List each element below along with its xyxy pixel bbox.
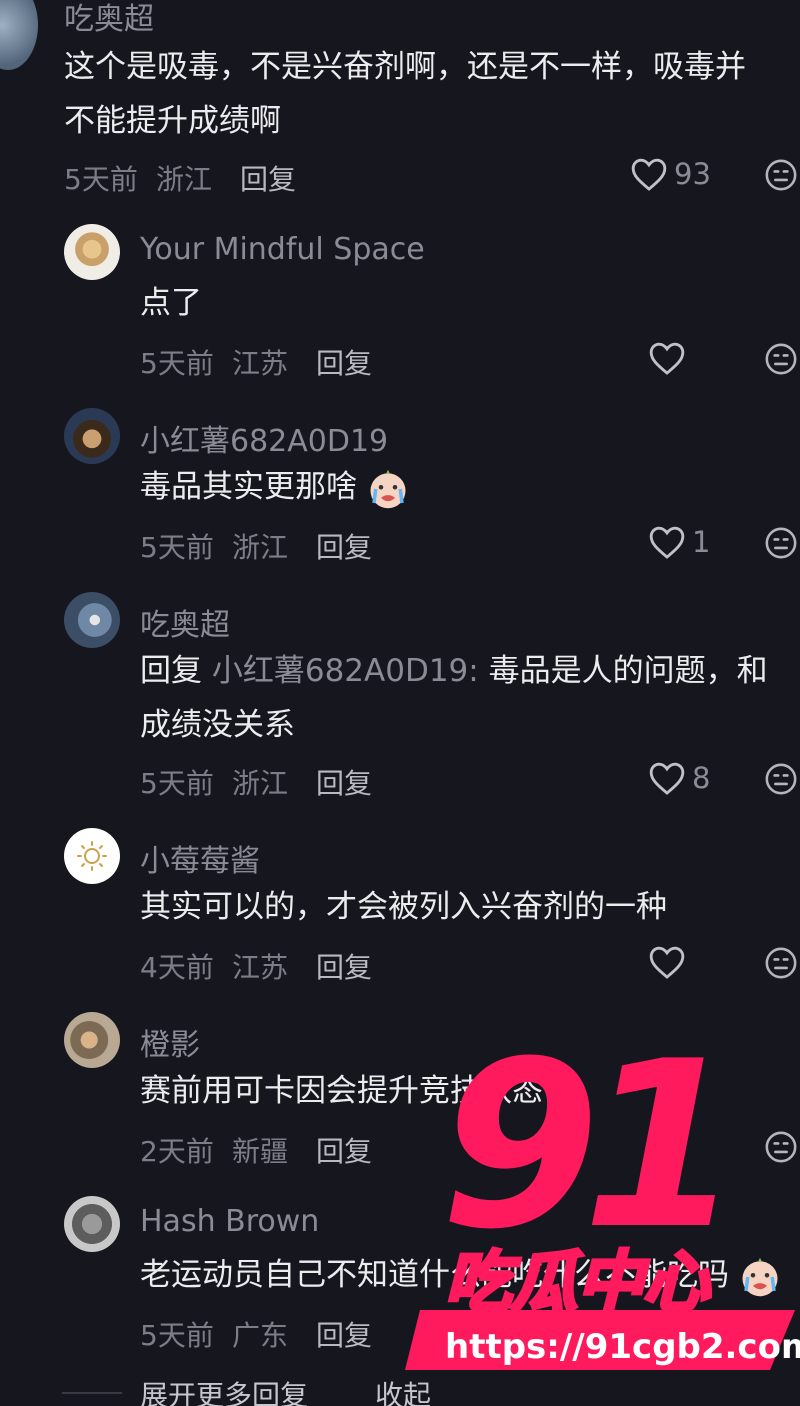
username[interactable]: Your Mindful Space bbox=[140, 232, 425, 267]
username[interactable]: 吃奥超 bbox=[140, 600, 230, 644]
reply-prefix: 回复 bbox=[140, 653, 202, 689]
avatar[interactable] bbox=[64, 224, 120, 280]
like-button[interactable] bbox=[648, 340, 686, 376]
avatar[interactable] bbox=[0, 0, 38, 70]
comment-location: 广东 bbox=[232, 1319, 289, 1352]
dislike-face-icon[interactable] bbox=[764, 1130, 798, 1164]
username[interactable]: Hash Brown bbox=[140, 1204, 319, 1239]
reply-button[interactable]: 回复 bbox=[316, 526, 372, 566]
expand-more-replies-button[interactable]: 展开更多回复 bbox=[140, 1374, 308, 1406]
comment-text-body: 毒品其实更那啥 bbox=[140, 469, 357, 505]
reply-button[interactable]: 回复 bbox=[240, 158, 296, 198]
comment-text: 老运动员自己不知道什么能吃什么不能吃吗 bbox=[140, 1248, 781, 1302]
reply-button[interactable]: 回复 bbox=[316, 762, 372, 802]
comment-text-body: 老运动员自己不知道什么能吃什么不能吃吗 bbox=[140, 1257, 729, 1293]
comment-text: 这个是吸毒，不是兴奋剂啊，还是不一样，吸毒并 bbox=[64, 49, 746, 85]
like-count: 93 bbox=[674, 157, 711, 191]
comment-text: 毒品其实更那啥 bbox=[140, 460, 409, 514]
crying-face-icon bbox=[742, 1257, 778, 1296]
comment-text: 赛前用可卡因会提升竞技状态 bbox=[140, 1073, 543, 1109]
heart-icon bbox=[649, 342, 685, 375]
crying-face-icon bbox=[370, 469, 406, 508]
like-count: 1 bbox=[692, 1313, 711, 1347]
reply-button[interactable]: 回复 bbox=[316, 342, 372, 382]
username[interactable]: 小红薯682A0D19 bbox=[140, 416, 388, 460]
comment-location: 浙江 bbox=[156, 163, 213, 196]
dislike-face-icon[interactable] bbox=[764, 526, 798, 560]
comment-text-body: 毒品是人的问题，和 bbox=[488, 653, 768, 689]
heart-icon bbox=[649, 946, 685, 979]
avatar[interactable] bbox=[64, 1012, 120, 1068]
watermark-url: https://91cgb2.com bbox=[445, 1327, 800, 1367]
like-button[interactable]: 8 bbox=[648, 760, 710, 796]
sun-icon bbox=[77, 841, 107, 871]
comment-text: 其实可以的，才会被列入兴奋剂的一种 bbox=[140, 889, 667, 925]
divider bbox=[62, 1392, 122, 1394]
comment-time: 5天前 bbox=[140, 1319, 214, 1352]
comment-text: 点了 bbox=[140, 285, 202, 321]
like-count: 1 bbox=[692, 525, 711, 559]
comment-time: 5天前 bbox=[140, 531, 214, 564]
dislike-face-icon[interactable] bbox=[764, 158, 798, 192]
collapse-replies-button[interactable]: 收起 bbox=[375, 1374, 431, 1406]
username[interactable]: 吃奥超 bbox=[64, 0, 154, 38]
replies-footer: 展开更多回复 收起 bbox=[0, 1372, 800, 1406]
heart-icon bbox=[649, 526, 685, 559]
dislike-face-icon[interactable] bbox=[764, 762, 798, 796]
comment-time: 2天前 bbox=[140, 1135, 214, 1168]
avatar[interactable] bbox=[64, 828, 120, 884]
comment-location: 江苏 bbox=[232, 951, 289, 984]
avatar[interactable] bbox=[64, 592, 120, 648]
comment-time: 5天前 bbox=[140, 767, 214, 800]
comment-thread: 吃奥超 这个是吸毒，不是兴奋剂啊，还是不一样，吸毒并 不能提升成绩啊 5天前 浙… bbox=[0, 0, 800, 1406]
watermark-number: 91 bbox=[440, 1020, 724, 1280]
reply-button[interactable]: 回复 bbox=[316, 946, 372, 986]
like-count: 8 bbox=[692, 761, 711, 795]
comment-location: 江苏 bbox=[232, 347, 289, 380]
heart-icon bbox=[649, 762, 685, 795]
reply-button[interactable]: 回复 bbox=[316, 1130, 372, 1170]
reply-button[interactable]: 回复 bbox=[316, 1314, 372, 1354]
like-button[interactable]: 93 bbox=[630, 156, 711, 192]
username[interactable]: 橙影 bbox=[140, 1020, 200, 1064]
heart-icon bbox=[631, 158, 667, 191]
comment-time: 5天前 bbox=[64, 163, 138, 196]
comment-time: 5天前 bbox=[140, 347, 214, 380]
reply-target-user[interactable]: 小红薯682A0D19: bbox=[212, 653, 479, 689]
comment-location: 浙江 bbox=[232, 531, 289, 564]
comment-time: 4天前 bbox=[140, 951, 214, 984]
like-button[interactable] bbox=[648, 944, 686, 980]
dislike-face-icon[interactable] bbox=[764, 946, 798, 980]
comment-text: 回复 小红薯682A0D19: 毒品是人的问题，和 bbox=[140, 644, 768, 698]
comment-text: 不能提升成绩啊 bbox=[64, 103, 281, 139]
comment-location: 浙江 bbox=[232, 767, 289, 800]
avatar[interactable] bbox=[64, 1196, 120, 1252]
avatar[interactable] bbox=[64, 408, 120, 464]
comment-text: 成绩没关系 bbox=[140, 707, 295, 743]
dislike-face-icon[interactable] bbox=[764, 342, 798, 376]
like-button[interactable]: 1 bbox=[648, 524, 710, 560]
comment-location: 新疆 bbox=[232, 1135, 289, 1168]
username[interactable]: 小莓莓酱 bbox=[140, 836, 260, 880]
like-button[interactable]: 1 bbox=[648, 1312, 710, 1348]
heart-icon bbox=[649, 1314, 685, 1347]
